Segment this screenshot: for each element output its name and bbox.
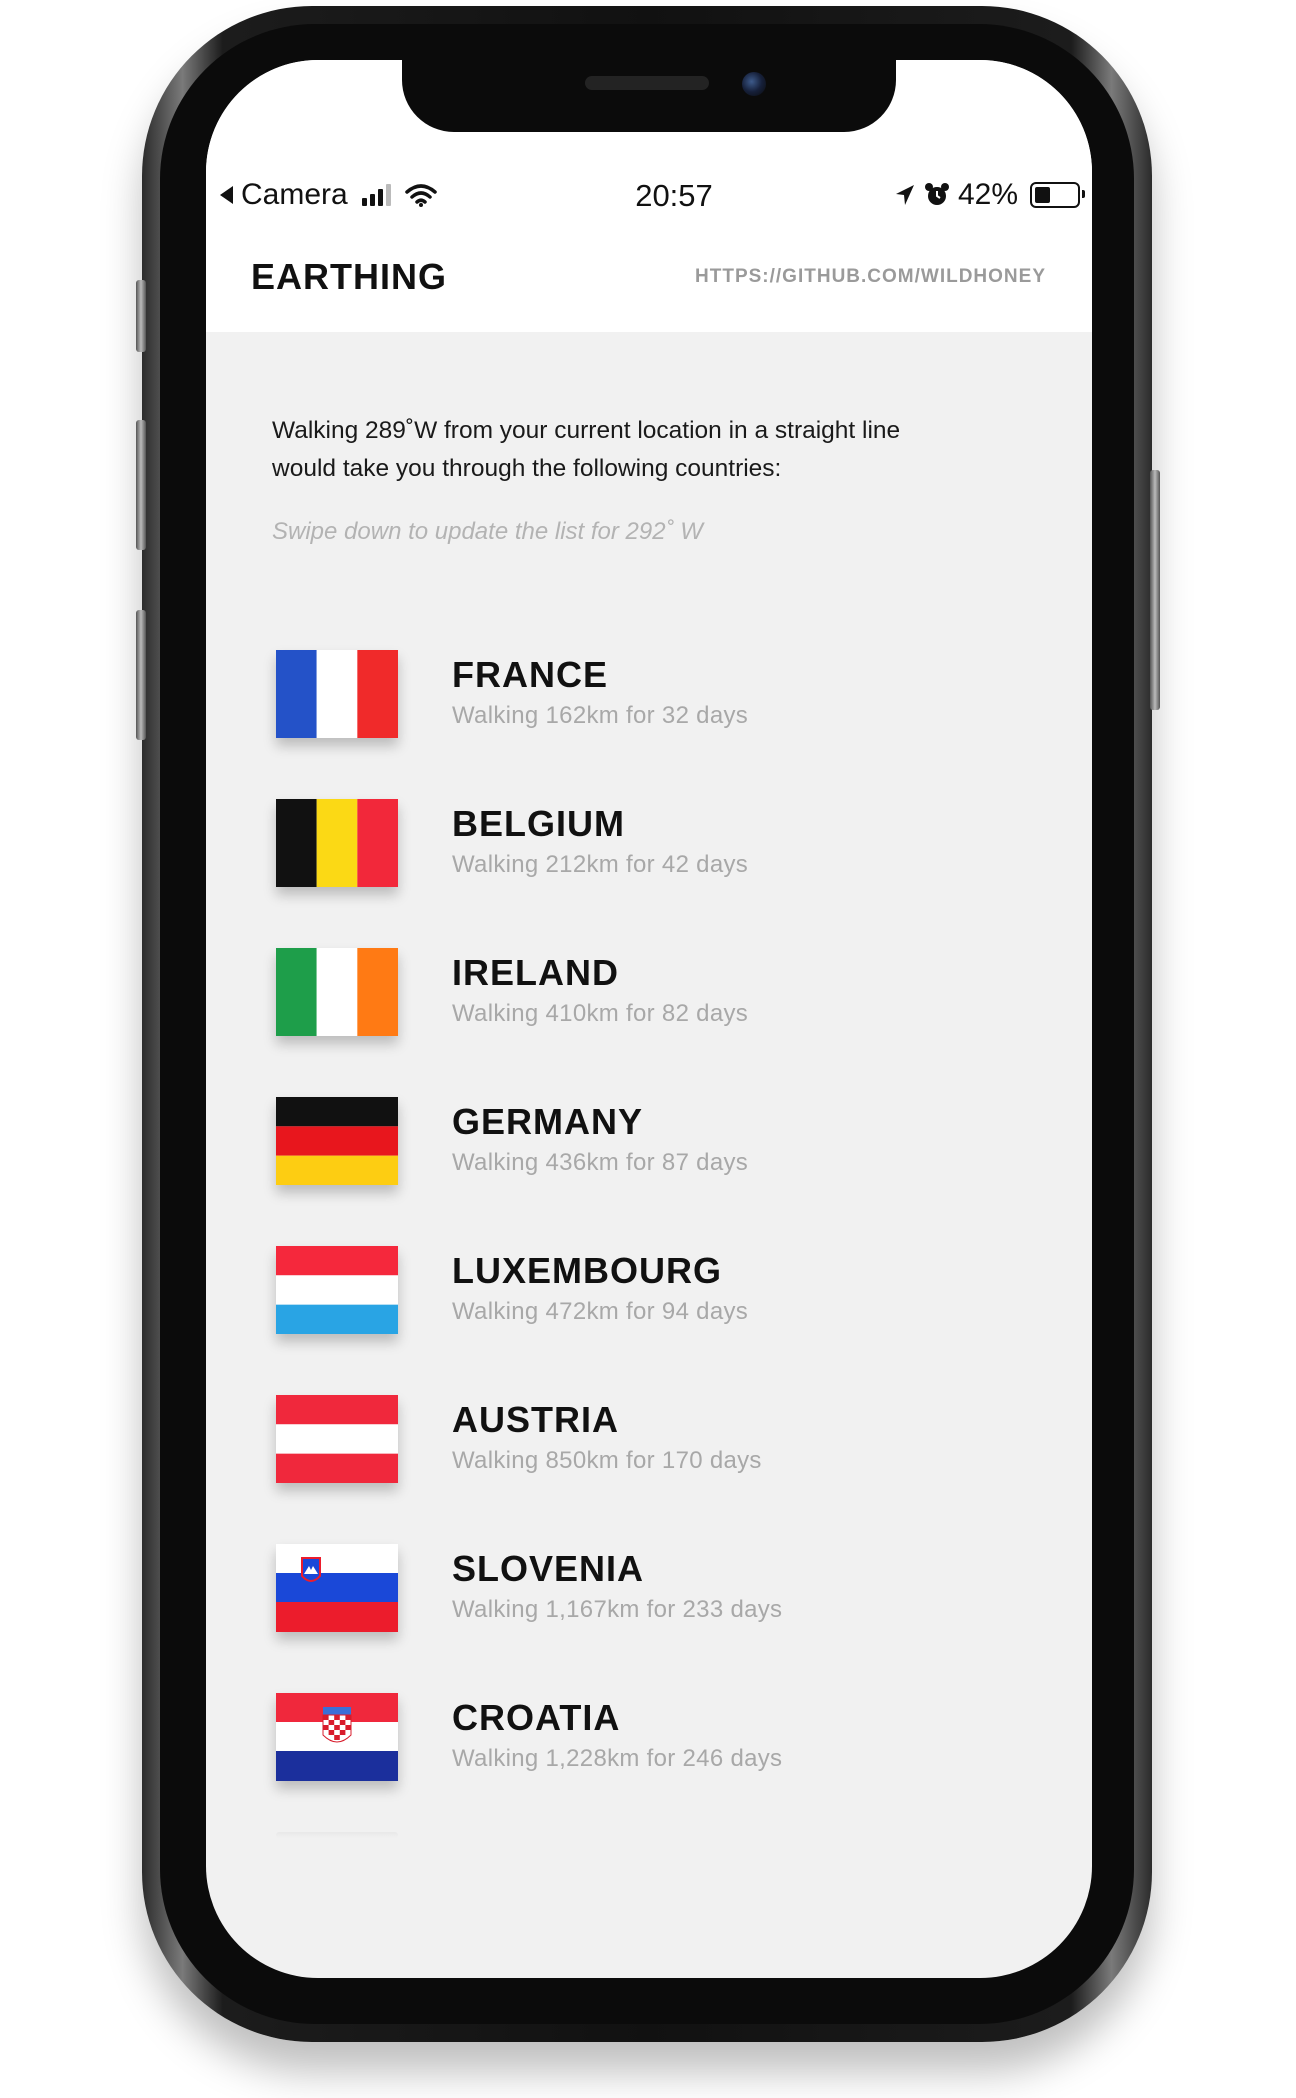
austria-flag-icon (276, 1395, 398, 1483)
country-item-ireland[interactable]: IRELAND Walking 410km for 82 days (276, 948, 1036, 1048)
country-name: GERMANY (452, 1101, 644, 1142)
country-detail: Walking 212km for 42 days (452, 851, 749, 878)
side-button-mute (136, 280, 146, 352)
country-name: BELGIUM (452, 803, 625, 844)
swipe-hint: Swipe down to update the list for 292˚ W (272, 518, 703, 545)
ireland-flag-icon (276, 948, 398, 1036)
side-button-volume-up (136, 420, 146, 550)
alarm-icon (924, 183, 949, 205)
country-name: CROATIA (452, 1697, 621, 1738)
croatia-flag-icon (276, 1693, 398, 1781)
notch (402, 46, 896, 132)
country-item-luxembourg[interactable]: LUXEMBOURG Walking 472km for 94 days (276, 1246, 1036, 1346)
country-name: LUXEMBOURG (452, 1250, 722, 1291)
france-flag-icon (276, 650, 398, 738)
country-detail: Walking 436km for 87 days (452, 1149, 749, 1176)
country-name: SLOVENIA (452, 1548, 645, 1589)
intro-line-2: would take you through the following cou… (272, 455, 782, 482)
side-button-volume-down (136, 610, 146, 740)
country-item-austria[interactable]: AUSTRIA Walking 850km for 170 days (276, 1395, 1036, 1495)
battery-percent: 42% (957, 178, 1018, 211)
country-detail: Walking 1,167km for 233 days (452, 1596, 783, 1623)
luxembourg-flag-icon (276, 1246, 398, 1334)
country-item-slovenia[interactable]: SLOVENIA Walking 1,167km for 233 days (276, 1544, 1036, 1644)
side-button-power (1150, 470, 1160, 710)
partial-list-item (276, 1832, 398, 1838)
country-item-belgium[interactable]: BELGIUM Walking 212km for 42 days (276, 799, 1036, 899)
battery-icon (1030, 182, 1085, 208)
country-name: FRANCE (452, 654, 608, 695)
country-detail: Walking 162km for 32 days (452, 702, 749, 729)
app-title: EARTHING (251, 256, 447, 297)
github-link[interactable]: HTTPS://GITHUB.COM/WILDHONEY (695, 266, 1046, 288)
country-item-germany[interactable]: GERMANY Walking 436km for 87 days (276, 1097, 1036, 1197)
battery-level (1035, 187, 1050, 203)
screen: Camera 20:57 42% EARTHING HTTPS://GITHUB… (206, 60, 1092, 1978)
battery-tip (1082, 190, 1085, 198)
country-detail: Walking 410km for 82 days (452, 1000, 749, 1027)
slovenia-flag-icon (276, 1544, 398, 1632)
country-detail: Walking 1,228km for 246 days (452, 1745, 783, 1772)
intro-text: Walking 289˚W from your current location… (272, 412, 992, 488)
country-item-croatia[interactable]: CROATIA Walking 1,228km for 246 days (276, 1693, 1036, 1793)
status-right: 42% (894, 178, 1085, 212)
country-name: AUSTRIA (452, 1399, 619, 1440)
country-item-france[interactable]: FRANCE Walking 162km for 32 days (276, 650, 1036, 750)
location-arrow-icon (895, 185, 914, 205)
germany-flag-icon (276, 1097, 398, 1185)
country-detail: Walking 472km for 94 days (452, 1298, 749, 1325)
speaker-grille (585, 76, 709, 90)
country-name: IRELAND (452, 952, 619, 993)
status-bar: Camera 20:57 42% (206, 172, 1092, 222)
intro-line-1: Walking 289˚W from your current location… (272, 417, 901, 444)
front-camera (742, 72, 766, 96)
country-detail: Walking 850km for 170 days (452, 1447, 762, 1474)
belgium-flag-icon (276, 799, 398, 887)
